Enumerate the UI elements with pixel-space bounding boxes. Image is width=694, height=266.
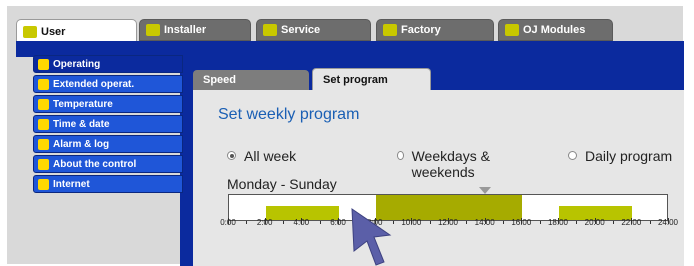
tab-factory[interactable]: Factory	[376, 19, 494, 41]
tab-speed[interactable]: Speed	[193, 70, 309, 90]
tab-service-label: Service	[281, 24, 321, 36]
sidebar-item-label: Time & date	[53, 118, 110, 130]
day-range-label: Monday - Sunday	[227, 176, 337, 192]
sidebar-item-label: About the control	[53, 158, 137, 170]
users-icon	[23, 25, 37, 38]
timeline-tick-label: 16:00	[511, 218, 532, 227]
tab-user[interactable]: User	[16, 19, 137, 43]
radio-all-week[interactable]: All week	[227, 148, 296, 164]
time-marker[interactable]	[478, 187, 491, 194]
sidebar-item-label: Temperature	[53, 98, 113, 110]
radio-unselected-icon	[568, 151, 577, 160]
sidebar-item-label: Internet	[53, 178, 90, 190]
tab-set-program[interactable]: Set program	[312, 68, 431, 90]
question-icon	[38, 158, 49, 170]
installer-icon	[146, 24, 160, 36]
radio-label: All week	[244, 148, 297, 164]
timeline-tick-label: 2:00	[256, 218, 273, 227]
timeline-tick-label: 20:00	[584, 218, 605, 227]
timeline-tick	[466, 221, 468, 224]
timeline-tick	[649, 221, 651, 224]
factory-icon	[383, 24, 397, 36]
timeline-tick-label: 6:00	[330, 218, 346, 227]
sidebar-item-label: Alarm & log	[53, 138, 110, 150]
sidebar-item-operating[interactable]: Operating	[33, 55, 183, 73]
pointer-cursor-icon	[351, 208, 392, 266]
tab-speed-label: Speed	[203, 74, 237, 86]
tab-installer-label: Installer	[164, 24, 207, 36]
tab-installer[interactable]: Installer	[139, 19, 251, 41]
tab-factory-label: Factory	[401, 24, 441, 36]
extended-icon	[38, 78, 49, 90]
radio-daily-program[interactable]: Daily program	[568, 148, 672, 164]
service-icon	[263, 24, 277, 36]
thermometer-icon	[38, 98, 49, 110]
timeline-tick-label: 10:00	[401, 218, 422, 227]
tab-oj-modules-label: OJ Modules	[523, 24, 586, 36]
timeline-tick	[539, 221, 541, 224]
radio-label: Daily program	[585, 148, 673, 164]
tab-service[interactable]: Service	[256, 19, 371, 41]
timeline-tick	[429, 221, 431, 224]
program-panel: Set weekly program All week Weekdays & w…	[193, 90, 684, 266]
timeline-tick-label: 0:00	[220, 218, 236, 227]
tab-oj-modules[interactable]: OJ Modules	[498, 19, 613, 41]
timeline-tick-label: 22:00	[621, 218, 642, 227]
sidebar-item-alarm-log[interactable]: Alarm & log	[33, 135, 183, 153]
operating-icon	[38, 58, 49, 70]
timeline-tick	[576, 221, 578, 224]
sidebar-item-time-date[interactable]: Time & date	[33, 115, 183, 133]
sidebar-item-label: Extended operat.	[53, 78, 135, 90]
timeline-tick-label: 14:00	[474, 218, 495, 227]
timeline-tick-label: 4:00	[293, 218, 310, 227]
timeline-tick	[613, 221, 614, 224]
modules-icon	[505, 24, 519, 36]
sidebar-item-label: Operating	[53, 58, 101, 70]
timeline-tick	[283, 221, 284, 224]
sidebar-item-temperature[interactable]: Temperature	[33, 95, 183, 113]
timeline-tick-label: 12:00	[437, 218, 459, 227]
radio-unselected-icon	[397, 151, 404, 160]
timeline-tick	[503, 221, 504, 224]
timeline-tick-label: 18:00	[547, 218, 569, 227]
timeline-tick	[319, 221, 321, 224]
tab-set-program-label: Set program	[323, 73, 388, 86]
tab-user-label: User	[41, 25, 66, 38]
sidebar: Operating Extended operat. Temperature T…	[33, 55, 183, 195]
sidebar-item-extended-operat[interactable]: Extended operat.	[33, 75, 183, 93]
sidebar-item-internet[interactable]: Internet	[33, 175, 183, 193]
radio-label: Weekdays & weekends	[411, 148, 490, 180]
clock-icon	[38, 118, 49, 130]
radio-selected-icon	[227, 151, 236, 160]
globe-icon	[38, 178, 49, 190]
sidebar-item-about[interactable]: About the control	[33, 155, 183, 173]
bell-icon	[38, 138, 49, 150]
radio-weekdays-weekends[interactable]: Weekdays & weekends	[397, 148, 507, 180]
timeline-tick-label: 24:00	[657, 218, 679, 227]
timeline-tick	[246, 221, 248, 224]
page-title: Set weekly program	[218, 106, 360, 123]
